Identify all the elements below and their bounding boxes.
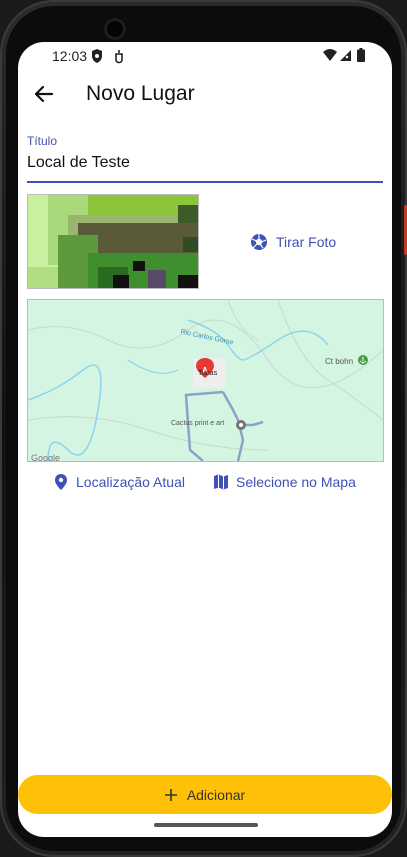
- app-bar: Novo Lugar: [18, 72, 392, 118]
- photo-pixel: [178, 205, 198, 223]
- title-field-underline: [27, 181, 383, 183]
- map-preview[interactable]: Rio Carlos Gorse A Tunas Ct bohn Cactus …: [27, 299, 384, 462]
- signal-icon: [340, 50, 351, 61]
- page-title: Novo Lugar: [86, 82, 195, 105]
- photo-pixel: [178, 275, 198, 288]
- photo-pixel: [113, 275, 129, 288]
- add-button[interactable]: Adicionar: [18, 775, 392, 814]
- photo-pixel: [133, 261, 145, 271]
- plus-icon: [164, 788, 177, 801]
- title-field-label: Título: [27, 134, 58, 148]
- status-bar: 12:03: [18, 42, 392, 70]
- photo-preview: [27, 194, 199, 289]
- wifi-icon: [323, 49, 337, 61]
- select-on-map-button[interactable]: Selecione no Mapa: [214, 474, 356, 490]
- shield-icon: [92, 49, 102, 63]
- current-location-label: Localização Atual: [76, 474, 185, 490]
- city-label: Tunas: [198, 370, 218, 377]
- take-photo-label: Tirar Foto: [276, 234, 337, 250]
- back-arrow-icon[interactable]: [32, 82, 56, 106]
- battery-icon: [357, 48, 365, 62]
- app-screen: 12:03 Novo Lugar Título Local de Teste T…: [18, 42, 392, 837]
- map-icon: [214, 474, 228, 490]
- location-actions: Localização Atual Selecione no Mapa: [18, 474, 392, 496]
- add-button-label: Adicionar: [186, 786, 246, 803]
- take-photo-button[interactable]: Tirar Foto: [250, 232, 336, 252]
- location-pin-icon: [55, 474, 67, 490]
- front-camera: [104, 18, 126, 40]
- status-time: 12:03: [52, 48, 88, 64]
- select-on-map-label: Selecione no Mapa: [236, 474, 356, 490]
- current-location-button[interactable]: Localização Atual: [54, 474, 185, 490]
- title-field-value[interactable]: Local de Teste: [27, 154, 130, 172]
- photo-pixel: [28, 267, 58, 288]
- shop-label: Cactus print e art: [171, 420, 225, 427]
- camera-shutter-icon: [251, 234, 267, 250]
- photo-pixel: [148, 270, 166, 288]
- photo-pixel: [183, 237, 198, 252]
- debug-icon: [115, 50, 123, 64]
- map-watermark: Google: [31, 453, 61, 462]
- home-indicator[interactable]: [154, 823, 258, 827]
- phone-frame: 12:03 Novo Lugar Título Local de Teste T…: [0, 0, 407, 857]
- place-label-right: Ct bohn: [325, 357, 354, 366]
- title-field[interactable]: Título Local de Teste: [27, 134, 383, 184]
- map-graphic: [28, 300, 383, 461]
